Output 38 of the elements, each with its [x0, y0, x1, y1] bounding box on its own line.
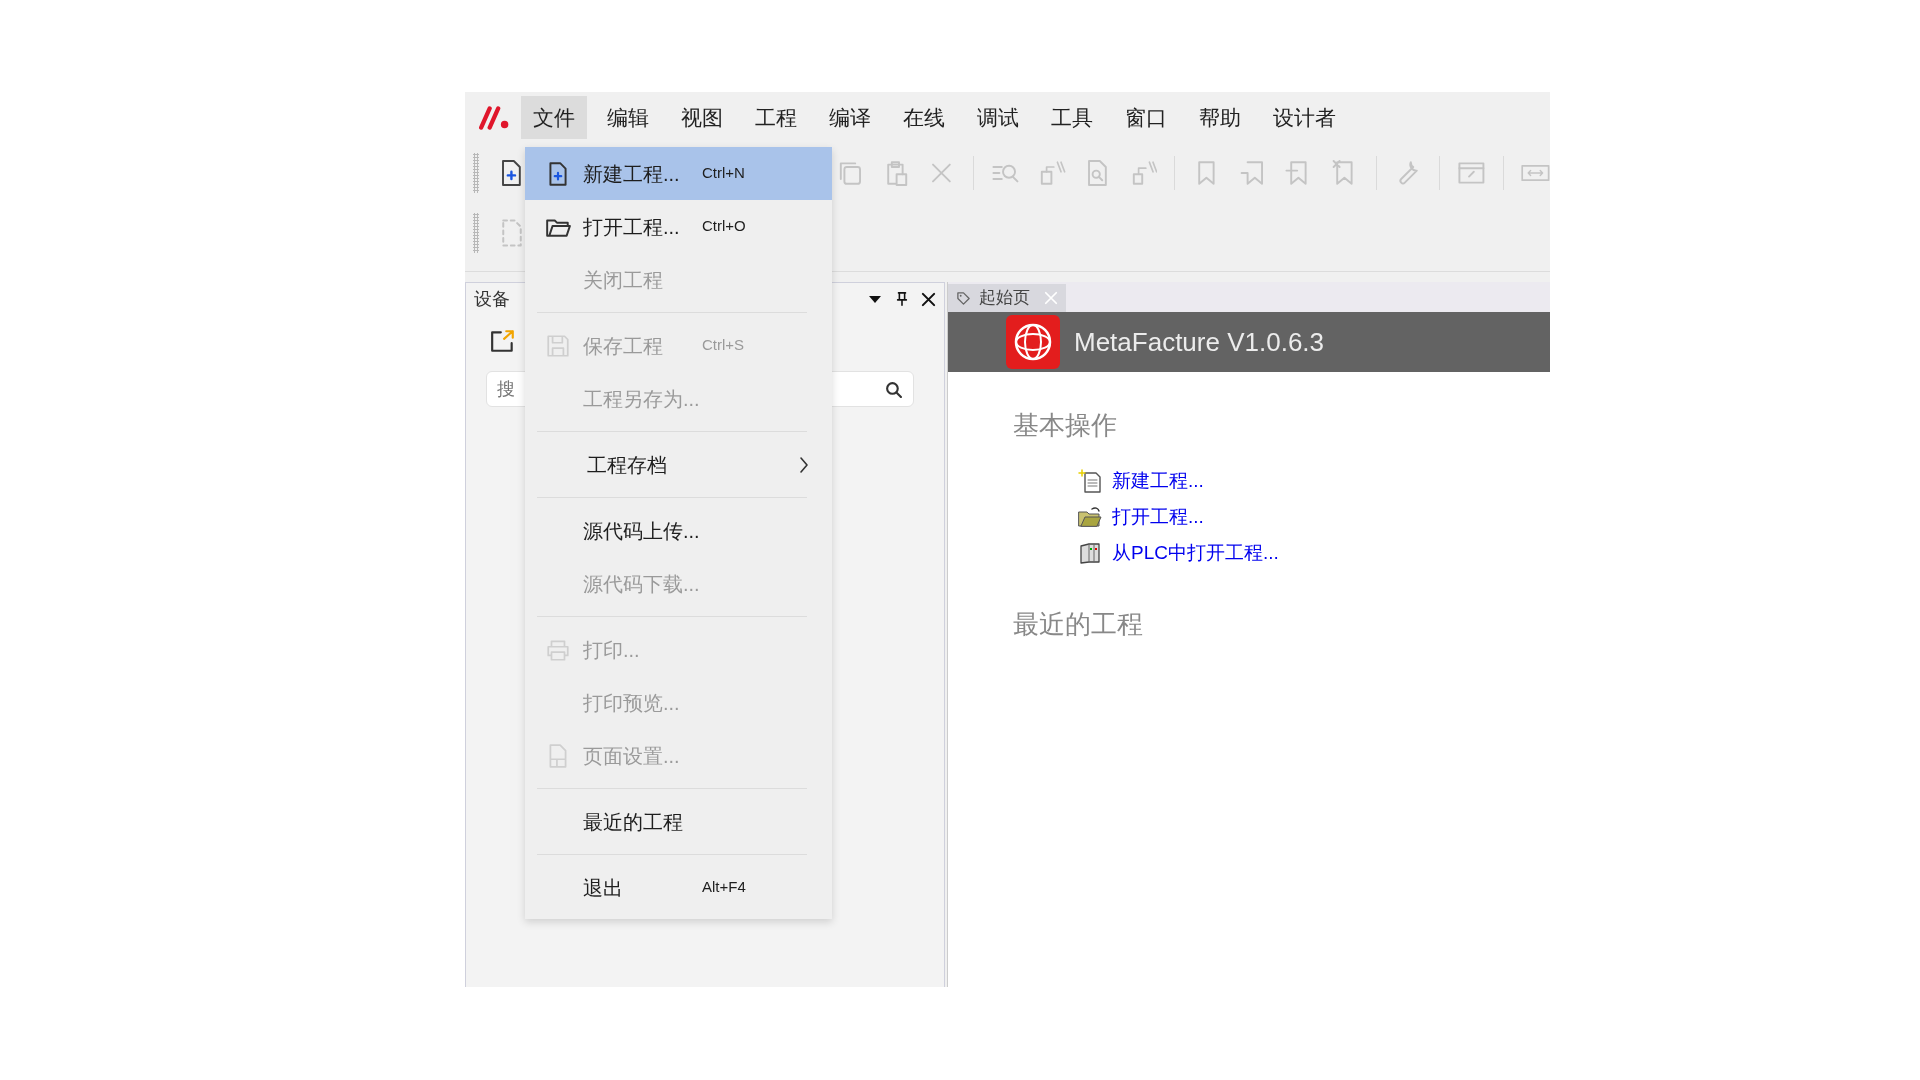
close-icon[interactable]: [921, 291, 936, 307]
chevron-right-icon: [798, 455, 810, 474]
tag-icon: [956, 290, 971, 306]
menu-item[interactable]: 编辑: [595, 95, 661, 140]
menu-item[interactable]: 工程: [743, 95, 809, 140]
panel-title: 设备: [474, 287, 510, 311]
toolbar-grip: [473, 213, 479, 253]
menu-item[interactable]: 编译: [817, 95, 883, 140]
menu-item[interactable]: 窗口: [1113, 95, 1179, 140]
menu-item[interactable]: 工具: [1039, 95, 1105, 140]
app-logo-icon: [1006, 315, 1060, 369]
plc-device-icon: [1078, 541, 1102, 565]
menu-item[interactable]: 最近的工程: [525, 795, 832, 848]
toolbar-grip: [473, 153, 479, 193]
new-document-icon: [1078, 469, 1102, 493]
menu-item[interactable]: 视图: [669, 95, 735, 140]
link[interactable]: 打开工程...: [1112, 502, 1204, 532]
menu-item[interactable]: 在线: [891, 95, 957, 140]
export-icon[interactable]: [490, 329, 516, 353]
section-heading: 基本操作: [1013, 409, 1118, 442]
search-icon: [885, 381, 902, 398]
menu-item[interactable]: 文件: [521, 95, 587, 140]
menu-item[interactable]: 打开工程... Ctrl+O: [525, 200, 832, 253]
link[interactable]: 从PLC中打开工程...: [1112, 538, 1279, 568]
menu-item[interactable]: 调试: [965, 95, 1031, 140]
menu-item[interactable]: 退出 Alt+F4: [525, 861, 832, 914]
section-heading: 最近的工程: [1013, 608, 1144, 641]
pin-icon[interactable]: [895, 290, 909, 308]
app-title: MetaFacture V1.0.6.3: [1074, 325, 1325, 359]
document-tab[interactable]: 起始页: [948, 284, 1066, 312]
menu-item[interactable]: 设计者: [1261, 95, 1348, 140]
menu-item[interactable]: 新建工程... Ctrl+N: [525, 147, 832, 200]
menu-item[interactable]: 源代码上传...: [525, 504, 832, 557]
link[interactable]: 新建工程...: [1112, 466, 1204, 496]
menu-item[interactable]: 帮助: [1187, 95, 1253, 140]
folder-icon: [1078, 505, 1102, 529]
menu-item[interactable]: 工程存档: [525, 438, 832, 491]
app-logo-icon: [479, 103, 511, 132]
